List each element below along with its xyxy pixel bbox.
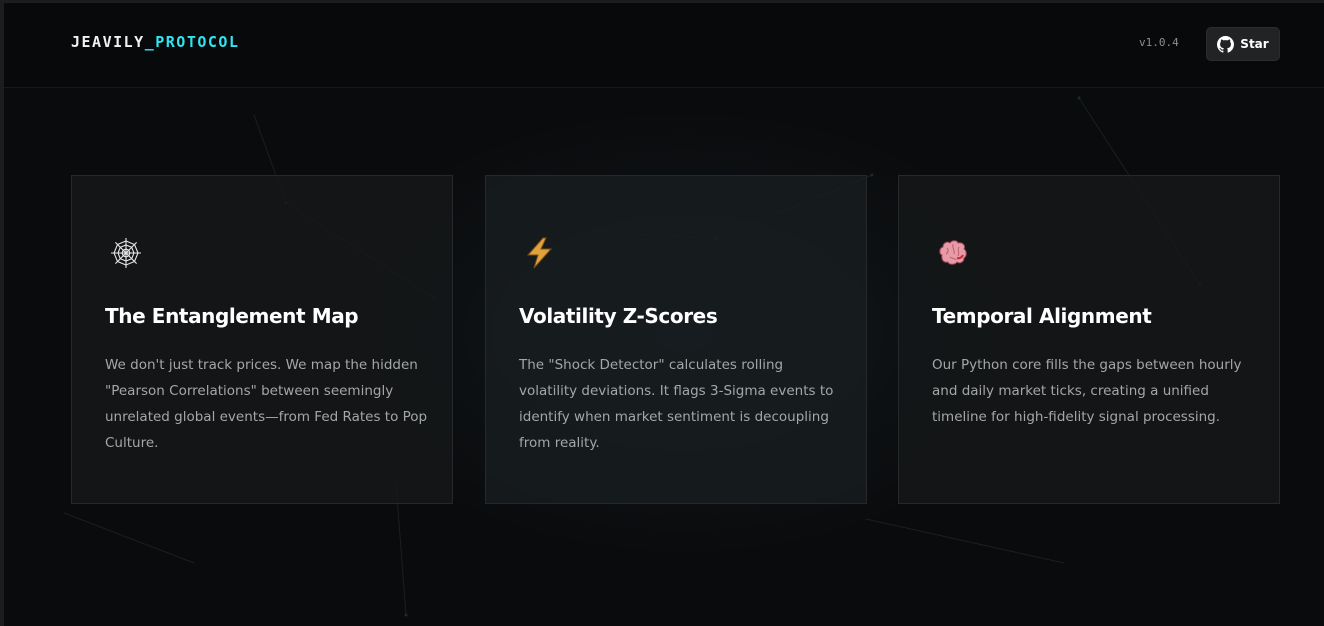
github-star-button[interactable]: Star bbox=[1206, 27, 1280, 61]
brand-name-accent: _PROTOCOL bbox=[144, 33, 240, 51]
card-title: The Entanglement Map bbox=[105, 304, 359, 328]
github-icon bbox=[1217, 35, 1235, 53]
feature-card-volatility: Volatility Z-Scores The "Shock Detector"… bbox=[485, 175, 867, 504]
feature-card-entanglement: The Entanglement Map We don't just track… bbox=[71, 175, 453, 504]
version-label: v1.0.4 bbox=[1139, 36, 1179, 49]
app-window: JEAVILY_PROTOCOL v1.0.4 Star The Entangl… bbox=[0, 0, 1324, 626]
spider-web-icon bbox=[109, 236, 143, 270]
brand-logo[interactable]: JEAVILY_PROTOCOL bbox=[71, 33, 240, 51]
card-description: Our Python core fills the gaps between h… bbox=[932, 357, 1242, 425]
top-header: JEAVILY_PROTOCOL v1.0.4 Star bbox=[4, 3, 1324, 88]
card-title: Temporal Alignment bbox=[932, 304, 1152, 328]
brain-icon bbox=[936, 236, 970, 270]
card-description: The "Shock Detector" calculates rolling … bbox=[519, 357, 834, 451]
card-description: We don't just track prices. We map the h… bbox=[105, 357, 428, 451]
brand-name: JEAVILY bbox=[71, 33, 145, 51]
star-label: Star bbox=[1240, 37, 1269, 51]
lightning-bolt-icon bbox=[523, 236, 557, 270]
feature-card-temporal: Temporal Alignment Our Python core fills… bbox=[898, 175, 1280, 504]
card-title: Volatility Z-Scores bbox=[519, 304, 718, 328]
